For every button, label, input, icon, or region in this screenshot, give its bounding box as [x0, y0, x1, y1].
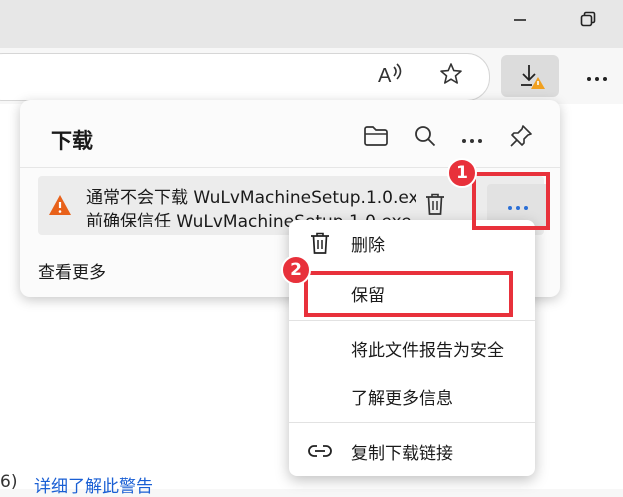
menu-item-label: 了解更多信息: [351, 388, 453, 409]
link-icon: [307, 439, 333, 463]
menu-item-learn-more[interactable]: 了解更多信息: [289, 377, 535, 415]
menu-separator: [289, 422, 535, 423]
learn-more-warning-link[interactable]: 详细了解此警告: [34, 472, 153, 497]
restore-icon: [580, 11, 596, 31]
more-icon: [586, 67, 608, 86]
highlight-more-button: [472, 172, 550, 230]
download-warning-line1: 通常不会下载 WuLvMachineSetup.1.0.exe。: [86, 188, 416, 208]
downloads-button[interactable]: [501, 55, 559, 97]
browser-more-button[interactable]: [582, 62, 612, 90]
minimize-button[interactable]: [497, 0, 543, 42]
step-badge-1: 1: [447, 158, 477, 188]
toolbar: A: [0, 48, 623, 104]
search-icon: [414, 125, 436, 151]
menu-item-label: 删除: [351, 235, 385, 256]
menu-item-label: 复制下载链接: [351, 443, 453, 464]
folder-icon: [363, 125, 389, 151]
warning-icon: [48, 194, 72, 220]
menu-separator: [289, 320, 535, 321]
menu-item-label: 将此文件报告为安全: [351, 340, 504, 361]
read-aloud-icon: A: [378, 63, 404, 89]
menu-item-report-safe[interactable]: 将此文件报告为安全: [289, 329, 535, 367]
page-partial-text: 6): [0, 472, 18, 492]
trash-icon: [307, 231, 333, 255]
search-downloads-button[interactable]: [410, 123, 440, 153]
svg-text:A: A: [378, 65, 392, 85]
downloads-more-button[interactable]: [457, 123, 487, 153]
step-badge-2: 2: [281, 255, 311, 285]
trash-icon[interactable]: [424, 192, 446, 220]
favorites-button[interactable]: [435, 61, 467, 91]
restore-button[interactable]: [565, 0, 611, 42]
favorites-star-icon: [439, 62, 463, 90]
panel-divider: [20, 167, 560, 168]
address-bar[interactable]: [0, 53, 490, 101]
title-bar: [0, 0, 623, 48]
highlight-keep-item: [304, 271, 513, 317]
download-context-menu: 删除 保留 将此文件报告为安全 了解更多信息 复制下载链接: [289, 220, 535, 476]
downloads-icon: [518, 63, 546, 95]
downloads-title: 下载: [51, 129, 93, 153]
minimize-icon: [513, 12, 527, 31]
menu-item-copy-link[interactable]: 复制下载链接: [289, 432, 535, 470]
open-folder-button[interactable]: [361, 123, 391, 153]
pin-downloads-button[interactable]: [506, 123, 536, 153]
see-more-link[interactable]: 查看更多: [38, 258, 106, 283]
pin-icon: [509, 124, 533, 152]
read-aloud-button[interactable]: A: [376, 62, 406, 90]
more-icon: [461, 129, 483, 148]
